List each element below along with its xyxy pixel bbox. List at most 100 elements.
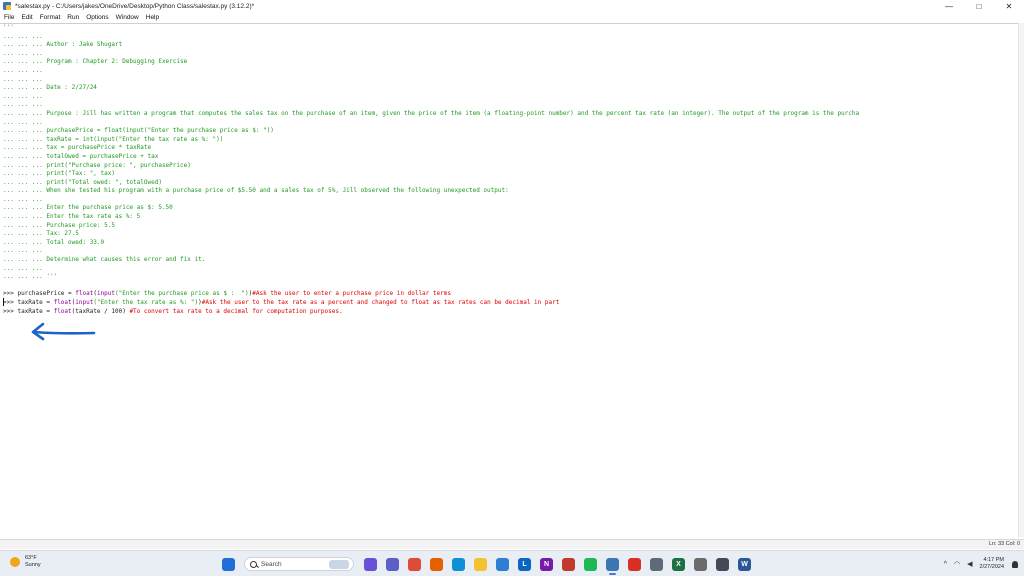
code-line: ... ... ... Enter the tax rate as %: 5 — [3, 213, 141, 221]
minimize-button[interactable]: — — [934, 0, 964, 12]
code-line: ... ... ... — [3, 247, 43, 255]
code-line: ... ... ... — [3, 195, 43, 203]
shell-line: >>> taxRate = float(input("Enter the tax… — [3, 299, 1018, 308]
code-line: ... ... ... totalOwed = purchasePrice + … — [3, 152, 159, 160]
shell-var: purchasePrice = — [17, 290, 76, 298]
weather-temperature: 63°F — [25, 555, 37, 561]
menu-options[interactable]: Options — [83, 14, 111, 21]
wifi-icon[interactable]: ◠ — [954, 560, 960, 568]
search-label: Search — [261, 560, 282, 568]
taskbar-search-box[interactable]: Search — [244, 557, 354, 571]
menu-help[interactable]: Help — [143, 14, 162, 21]
annotation-arrow — [31, 322, 96, 341]
menu-run[interactable]: Run — [64, 14, 82, 21]
sun-icon — [10, 557, 20, 567]
code-line: ... ... ... Enter the purchase price as … — [3, 204, 173, 212]
taskbar-apps: Search L N X W — [222, 556, 760, 575]
code-line: ... ... ... — [3, 49, 43, 57]
menu-edit[interactable]: Edit — [18, 14, 35, 21]
shell-func1: float — [53, 307, 72, 315]
chrome-icon[interactable] — [408, 557, 421, 571]
shell-comment: #Ask the user to the tax rate as a perce… — [201, 299, 560, 306]
weather-condition: Sunny — [25, 562, 41, 568]
shell-func1: float — [75, 290, 94, 298]
menu-window[interactable]: Window — [113, 14, 142, 21]
code-line: ... ... ... Author : Jake Shugart — [3, 41, 123, 49]
code-line: ... ... ... — [3, 264, 43, 272]
menu-format[interactable]: Format — [37, 14, 64, 21]
clock[interactable]: 4:17 PM 2/27/2024 — [980, 557, 1004, 571]
todo-icon[interactable] — [628, 557, 641, 571]
code-line: ... ... ... Date : 2/27/24 — [3, 84, 97, 92]
clock-time: 4:17 PM — [983, 557, 1004, 563]
code-line: ... ... ... purchasePrice = float(input(… — [3, 127, 274, 135]
code-line: ''' — [3, 24, 14, 31]
clock-date: 2/27/2024 — [979, 564, 1004, 570]
code-line: ... ... ... print("Total owed: ", totalO… — [3, 178, 162, 186]
code-line: ... ... ... — [3, 118, 43, 126]
code-lines: '''... ... ...... ... ... Author : Jake … — [3, 24, 1018, 316]
system-tray: ^ ◠ ◀ 4:17 PM 2/27/2024 — [944, 555, 1018, 573]
code-editor[interactable]: '''... ... ...... ... ... Author : Jake … — [0, 23, 1018, 537]
gallery-icon[interactable] — [562, 557, 575, 571]
store-icon[interactable] — [496, 557, 509, 571]
title-bar: *salestax.py - C:/Users/jakes/OneDrive/D… — [0, 0, 1024, 12]
close-button[interactable]: ✕ — [994, 0, 1024, 12]
notification-bell-icon[interactable] — [1012, 560, 1018, 568]
shell-line: >>> purchasePrice = float(input("Enter t… — [3, 290, 1018, 299]
shell-prompt: >>> — [3, 299, 18, 306]
code-line: ... ... ... ''' — [3, 273, 58, 281]
spotify-icon[interactable] — [584, 557, 597, 571]
settings-icon[interactable] — [650, 557, 663, 571]
code-line: ... ... ... — [3, 101, 43, 109]
firefox-icon[interactable] — [430, 557, 443, 571]
code-line: ... ... ... Determine what causes this e… — [3, 256, 206, 264]
code-line: ... ... ... — [3, 32, 43, 40]
cursor-position: Ln: 33 Col: 0 — [988, 541, 1020, 547]
calculator-icon[interactable] — [716, 557, 729, 571]
code-line: ... ... ... taxRate = int(input("Enter t… — [3, 135, 224, 143]
menu-file[interactable]: File — [1, 14, 17, 21]
search-highlight-icon — [329, 560, 349, 569]
python-idle-icon[interactable] — [606, 557, 619, 575]
shell-p1: (taxRate / 100) — [71, 307, 130, 315]
onenote-icon[interactable]: N — [540, 557, 553, 571]
window-controls: — □ ✕ — [934, 0, 1024, 12]
python-idle-icon — [3, 2, 11, 10]
vertical-scrollbar[interactable] — [1018, 23, 1024, 537]
shell-func2: input — [96, 290, 115, 298]
word-icon[interactable]: W — [738, 557, 751, 571]
shell-str: ("Enter the purchase price as $ : ") — [115, 290, 249, 298]
excel-icon[interactable]: X — [672, 557, 685, 571]
code-line: ... ... ... Tax: 27.5 — [3, 230, 79, 238]
copilot-icon[interactable] — [364, 557, 377, 571]
start-icon[interactable] — [222, 557, 235, 571]
chevron-up-icon[interactable]: ^ — [944, 561, 947, 568]
code-line: ... ... ... Purchase price: 5.5 — [3, 221, 115, 229]
snipping-icon[interactable] — [694, 557, 707, 571]
code-line: ... ... ... tax = purchasePrice * taxRat… — [3, 144, 152, 152]
shell-str: ("Enter the tax rate as %: ") — [93, 299, 199, 306]
volume-icon[interactable]: ◀ — [967, 560, 972, 568]
code-line: ... ... ... Purpose : Jill has written a… — [3, 109, 860, 117]
file-explorer-icon[interactable] — [474, 557, 487, 571]
code-line: ... ... ... — [3, 92, 43, 100]
code-line: ... ... ... print("Purchase price: ", pu… — [3, 161, 191, 169]
search-icon — [250, 560, 257, 568]
teams-icon[interactable] — [386, 557, 399, 571]
text-cursor — [3, 298, 4, 306]
maximize-button[interactable]: □ — [964, 0, 994, 12]
shell-prompt: >>> — [3, 290, 18, 298]
linkedin-icon[interactable]: L — [518, 557, 531, 571]
window-title: *salestax.py - C:/Users/jakes/OneDrive/D… — [15, 2, 255, 10]
shell-comment: #Ask the user to enter a purchase price … — [252, 290, 451, 298]
edge-icon[interactable] — [452, 557, 465, 571]
shell-func1: float — [53, 299, 72, 306]
weather-widget[interactable]: 63°F Sunny — [10, 555, 41, 569]
menu-bar: File Edit Format Run Options Window Help — [0, 12, 1024, 23]
shell-func2: input — [75, 299, 94, 306]
shell-prompt: >>> — [3, 307, 18, 315]
shell-line: >>> taxRate = float(taxRate / 100) #To c… — [3, 308, 1018, 317]
taskbar: 63°F Sunny Search L N X W ^ ◠ ◀ 4:17 PM 2/27… — [0, 550, 1024, 576]
code-line: ... ... ... print("Tax: ", tax) — [3, 170, 115, 178]
